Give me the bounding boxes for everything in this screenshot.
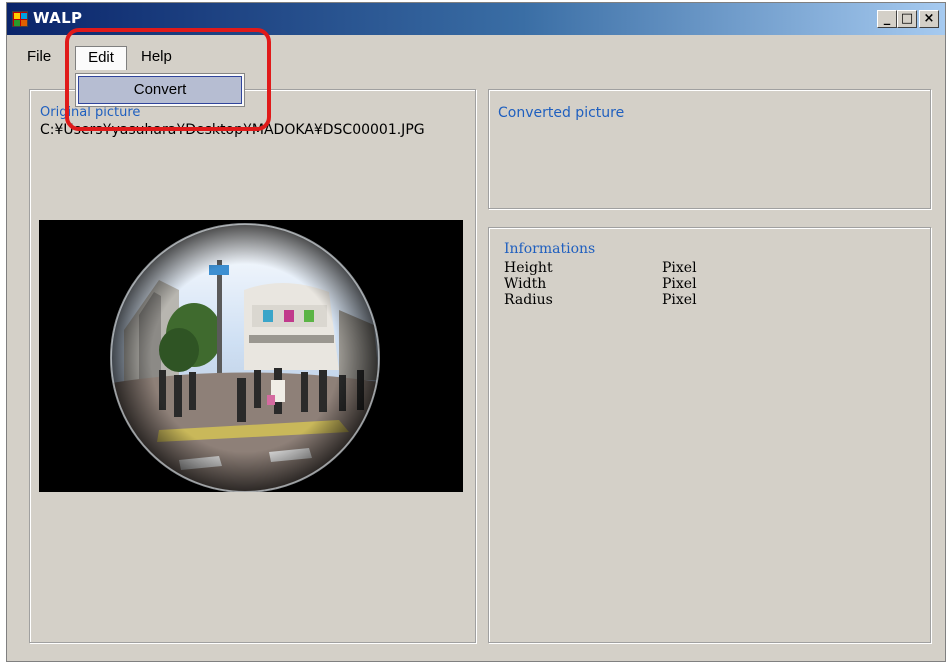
window-title: WALP — [33, 9, 83, 27]
informations-label: Informations — [504, 241, 596, 257]
minimize-button[interactable]: _ — [877, 10, 897, 28]
main-window: WALP _ □ × File Edit Help Original pictu… — [6, 2, 946, 662]
height-unit: Pixel — [662, 260, 697, 276]
radius-unit: Pixel — [662, 292, 697, 308]
radius-label: Radius — [504, 292, 553, 308]
menu-file[interactable]: File — [21, 46, 57, 70]
fisheye-image — [39, 220, 463, 492]
original-photo — [39, 220, 463, 492]
converted-picture-label: Converted picture — [498, 105, 625, 121]
app-icon[interactable] — [12, 11, 28, 27]
height-label: Height — [504, 260, 553, 276]
annotation-highlight — [65, 28, 271, 131]
informations-group — [488, 227, 931, 643]
width-unit: Pixel — [662, 276, 697, 292]
close-button[interactable]: × — [919, 10, 939, 28]
maximize-button[interactable]: □ — [897, 10, 917, 28]
width-label: Width — [504, 276, 547, 292]
